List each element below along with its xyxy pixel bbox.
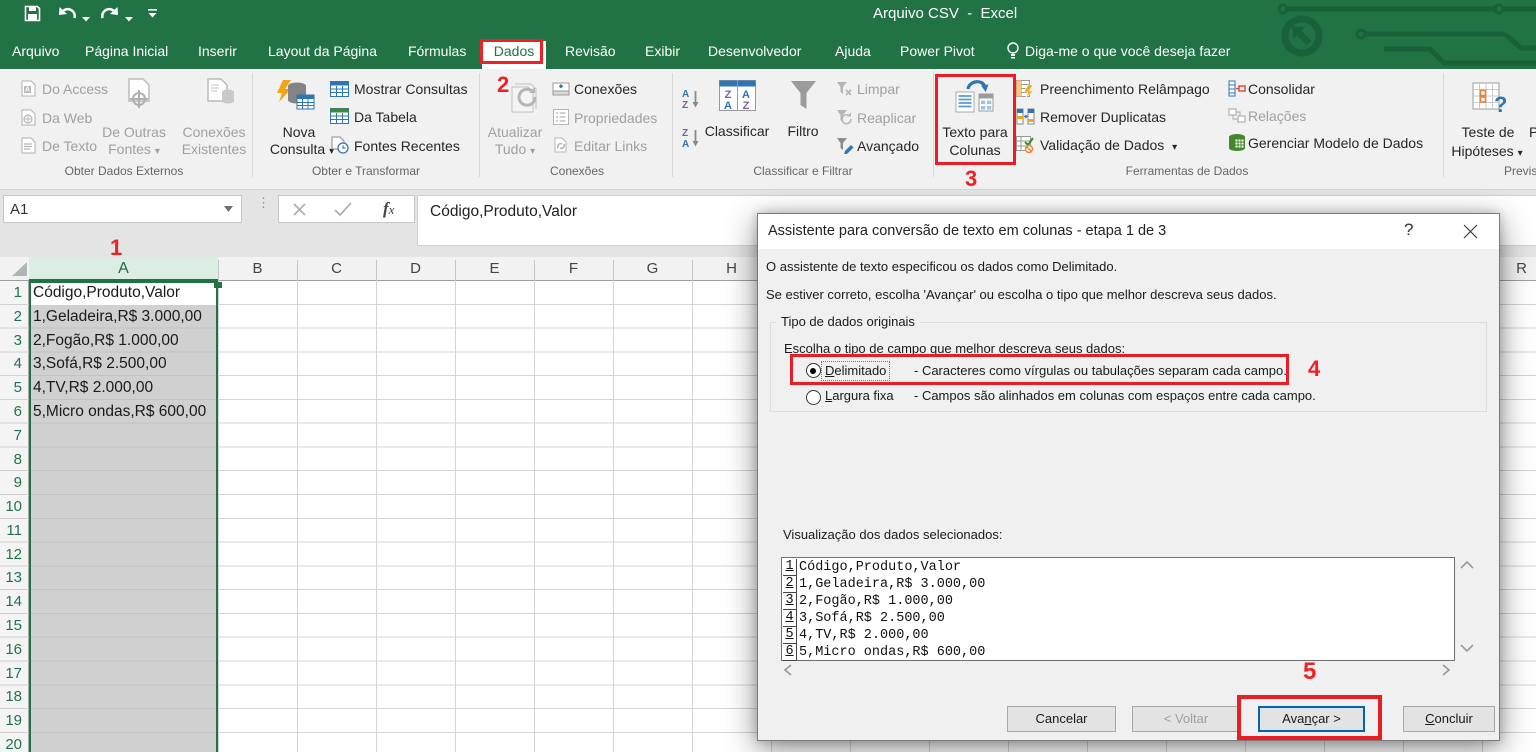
- svg-text:A: A: [682, 139, 689, 149]
- svg-text:A: A: [25, 87, 30, 94]
- svg-text:?: ?: [1494, 92, 1506, 117]
- svg-text:Z: Z: [682, 128, 688, 139]
- svg-text:Z: Z: [743, 100, 750, 111]
- svg-text:Z: Z: [682, 100, 688, 110]
- svg-text:A: A: [724, 100, 732, 111]
- svg-text:A: A: [682, 89, 689, 100]
